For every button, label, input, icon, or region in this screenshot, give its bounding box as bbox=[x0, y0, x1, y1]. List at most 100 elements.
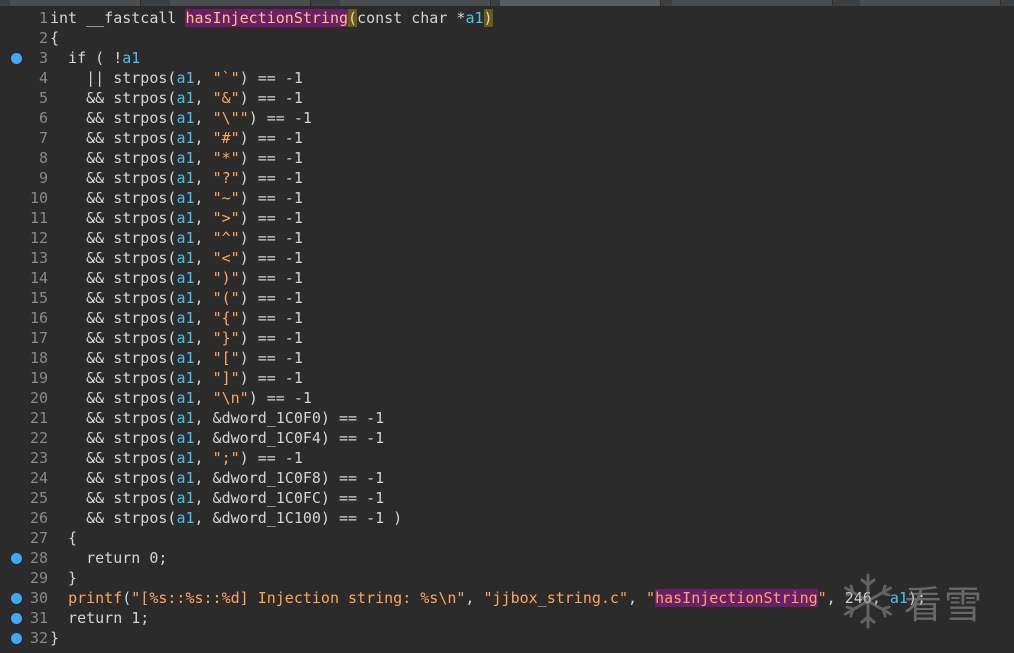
line-number: 15 bbox=[29, 289, 48, 307]
line-source[interactable]: || strpos(a1, "`") == -1 bbox=[50, 68, 303, 88]
line-number: 22 bbox=[29, 429, 48, 447]
code-line[interactable]: 5 && strpos(a1, "&") == -1 bbox=[0, 88, 1014, 108]
line-source[interactable]: && strpos(a1, ")") == -1 bbox=[50, 268, 303, 288]
line-number: 32 bbox=[29, 629, 48, 647]
line-source[interactable]: && strpos(a1, "#") == -1 bbox=[50, 128, 303, 148]
code-line[interactable]: 4 || strpos(a1, "`") == -1 bbox=[0, 68, 1014, 88]
line-source[interactable]: && strpos(a1, &dword_1C0F8) == -1 bbox=[50, 468, 384, 488]
line-source[interactable]: && strpos(a1, "{") == -1 bbox=[50, 308, 303, 328]
code-line[interactable]: 8 && strpos(a1, "*") == -1 bbox=[0, 148, 1014, 168]
line-number: 31 bbox=[29, 609, 48, 627]
line-source[interactable]: && strpos(a1, "&") == -1 bbox=[50, 88, 303, 108]
code-line[interactable]: 24 && strpos(a1, &dword_1C0F8) == -1 bbox=[0, 468, 1014, 488]
code-line[interactable]: 13 && strpos(a1, "<") == -1 bbox=[0, 248, 1014, 268]
line-number: 25 bbox=[29, 489, 48, 507]
line-source[interactable]: && strpos(a1, "~") == -1 bbox=[50, 188, 303, 208]
line-source[interactable]: && strpos(a1, ">") == -1 bbox=[50, 208, 303, 228]
line-number: 14 bbox=[29, 269, 48, 287]
code-line[interactable]: 15 && strpos(a1, "(") == -1 bbox=[0, 288, 1014, 308]
code-line[interactable]: 14 && strpos(a1, ")") == -1 bbox=[0, 268, 1014, 288]
line-source[interactable]: && strpos(a1, "^") == -1 bbox=[50, 228, 303, 248]
code-line[interactable]: 25 && strpos(a1, &dword_1C0FC) == -1 bbox=[0, 488, 1014, 508]
code-line[interactable]: 22 && strpos(a1, &dword_1C0F4) == -1 bbox=[0, 428, 1014, 448]
code-line[interactable]: 11 && strpos(a1, ">") == -1 bbox=[0, 208, 1014, 228]
line-source[interactable]: int __fastcall hasInjectionString(const … bbox=[50, 8, 493, 28]
code-line[interactable]: 2{ bbox=[0, 28, 1014, 48]
line-number: 12 bbox=[29, 229, 48, 247]
line-source[interactable]: && strpos(a1, "\n") == -1 bbox=[50, 388, 312, 408]
line-number: 1 bbox=[38, 9, 48, 27]
line-source[interactable]: if ( !a1 bbox=[50, 48, 140, 68]
code-line[interactable]: 1 int __fastcall hasInjectionString(const… bbox=[0, 8, 1014, 28]
line-source[interactable]: && strpos(a1, &dword_1C0FC) == -1 bbox=[50, 488, 384, 508]
code-line[interactable]: 26 && strpos(a1, &dword_1C100) == -1 ) bbox=[0, 508, 1014, 528]
code-line[interactable]: 27 { bbox=[0, 528, 1014, 548]
line-source[interactable]: && strpos(a1, "}") == -1 bbox=[50, 328, 303, 348]
line-number: 7 bbox=[38, 129, 48, 147]
tab-strip bbox=[0, 0, 1014, 6]
line-source[interactable]: printf("[%s::%s::%d] Injection string: %… bbox=[50, 588, 926, 608]
line-source[interactable]: } bbox=[50, 628, 59, 648]
snowflake-icon bbox=[844, 573, 892, 629]
line-number: 23 bbox=[29, 449, 48, 467]
line-number: 19 bbox=[29, 369, 48, 387]
line-number: 10 bbox=[29, 189, 48, 207]
line-number: 16 bbox=[29, 309, 48, 327]
line-source[interactable]: && strpos(a1, "<") == -1 bbox=[50, 248, 303, 268]
line-source[interactable]: && strpos(a1, "?") == -1 bbox=[50, 168, 303, 188]
kanxue-watermark: 看雪 bbox=[838, 568, 1008, 634]
line-number: 17 bbox=[29, 329, 48, 347]
line-source[interactable]: } bbox=[50, 568, 77, 588]
code-line[interactable]: 19 && strpos(a1, "]") == -1 bbox=[0, 368, 1014, 388]
code-line[interactable]: 12 && strpos(a1, "^") == -1 bbox=[0, 228, 1014, 248]
line-source[interactable]: && strpos(a1, "\"") == -1 bbox=[50, 108, 312, 128]
line-number: 18 bbox=[29, 349, 48, 367]
line-number: 21 bbox=[29, 409, 48, 427]
code-line[interactable]: 21 && strpos(a1, &dword_1C0F0) == -1 bbox=[0, 408, 1014, 428]
line-source[interactable]: && strpos(a1, &dword_1C0F4) == -1 bbox=[50, 428, 384, 448]
code-editor[interactable]: 1 int __fastcall hasInjectionString(const… bbox=[0, 8, 1014, 648]
tab-6[interactable] bbox=[860, 0, 1001, 6]
watermark-text: 看雪 bbox=[904, 582, 985, 627]
code-line[interactable]: 23 && strpos(a1, ";") == -1 bbox=[0, 448, 1014, 468]
pseudocode-window: 1 int __fastcall hasInjectionString(const… bbox=[0, 0, 1014, 653]
tab-1[interactable] bbox=[10, 0, 141, 6]
line-source[interactable]: && strpos(a1, "]") == -1 bbox=[50, 368, 303, 388]
line-number: 28 bbox=[29, 549, 48, 567]
code-line[interactable]: 9 && strpos(a1, "?") == -1 bbox=[0, 168, 1014, 188]
code-line[interactable]: 7 && strpos(a1, "#") == -1 bbox=[0, 128, 1014, 148]
tab-2[interactable] bbox=[170, 0, 311, 6]
line-source[interactable]: { bbox=[50, 28, 59, 48]
code-line[interactable]: 3 if ( !a1 bbox=[0, 48, 1014, 68]
code-line[interactable]: 6 && strpos(a1, "\"") == -1 bbox=[0, 108, 1014, 128]
line-source[interactable]: && strpos(a1, "(") == -1 bbox=[50, 288, 303, 308]
line-number: 29 bbox=[29, 569, 48, 587]
line-number: 8 bbox=[38, 149, 48, 167]
line-source[interactable]: && strpos(a1, ";") == -1 bbox=[50, 448, 303, 468]
line-number: 27 bbox=[29, 529, 48, 547]
code-line[interactable]: 20 && strpos(a1, "\n") == -1 bbox=[0, 388, 1014, 408]
line-source[interactable]: return 0; bbox=[50, 548, 167, 568]
line-source[interactable]: { bbox=[50, 528, 77, 548]
line-number: 30 bbox=[29, 589, 48, 607]
line-number: 9 bbox=[38, 169, 48, 187]
code-line[interactable]: 17 && strpos(a1, "}") == -1 bbox=[0, 328, 1014, 348]
line-source[interactable]: && strpos(a1, &dword_1C100) == -1 ) bbox=[50, 508, 402, 528]
line-source[interactable]: return 1; bbox=[50, 608, 149, 628]
line-source[interactable]: && strpos(a1, &dword_1C0F0) == -1 bbox=[50, 408, 384, 428]
code-line[interactable]: 28 return 0; bbox=[0, 548, 1014, 568]
line-number: 26 bbox=[29, 509, 48, 527]
line-source[interactable]: && strpos(a1, "*") == -1 bbox=[50, 148, 303, 168]
code-line[interactable]: 18 && strpos(a1, "[") == -1 bbox=[0, 348, 1014, 368]
code-line[interactable]: 10 && strpos(a1, "~") == -1 bbox=[0, 188, 1014, 208]
line-number: 6 bbox=[38, 109, 48, 127]
tab-3[interactable] bbox=[340, 0, 491, 6]
code-line[interactable]: 16 && strpos(a1, "{") == -1 bbox=[0, 308, 1014, 328]
line-number: 20 bbox=[29, 389, 48, 407]
tab-4[interactable] bbox=[500, 0, 661, 6]
line-source[interactable]: && strpos(a1, "[") == -1 bbox=[50, 348, 303, 368]
line-number: 3 bbox=[38, 49, 48, 67]
line-number: 11 bbox=[29, 209, 48, 227]
tab-5[interactable] bbox=[672, 0, 833, 6]
line-number: 13 bbox=[29, 249, 48, 267]
